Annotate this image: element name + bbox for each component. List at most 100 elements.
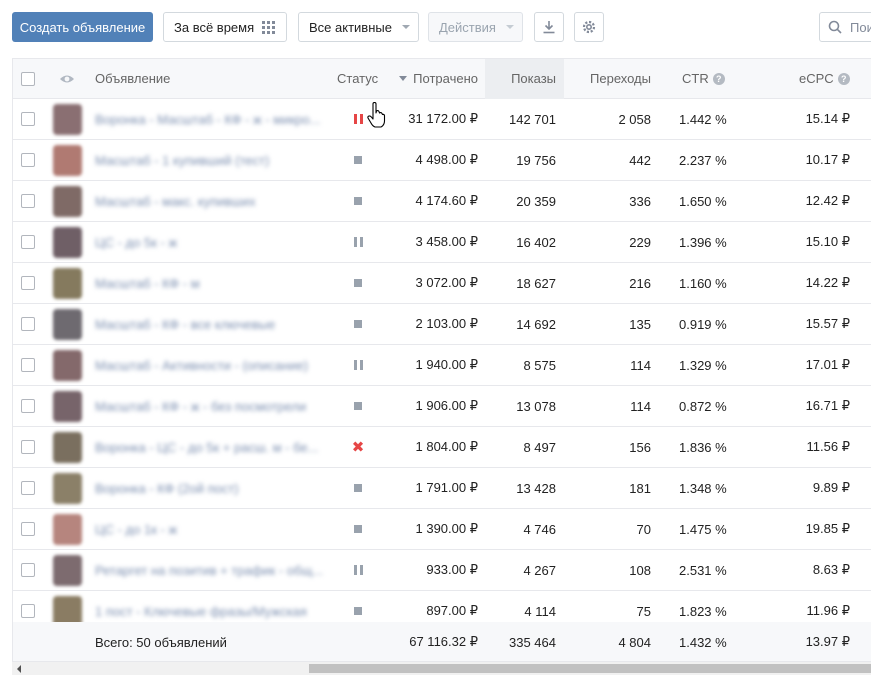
ad-name-link[interactable]: Масштаб - 1 купивший (тест) (95, 140, 325, 180)
table-row[interactable]: Масштаб - макс. купивших 4 174.60 ₽ 20 359… (13, 181, 871, 222)
column-header-clicks[interactable]: Переходы (573, 59, 651, 98)
table-row[interactable]: Масштаб - 1 купивший (тест) 4 498.00 ₽ 19 … (13, 140, 871, 181)
row-checkbox[interactable] (21, 99, 37, 139)
row-checkbox[interactable] (21, 222, 37, 262)
totals-shows: 335 464 (509, 634, 556, 650)
download-button[interactable] (534, 12, 564, 42)
column-header-shows[interactable]: Показы (485, 59, 556, 98)
chevron-down-icon (401, 25, 410, 29)
table-row[interactable]: Масштаб - КФ - все ключевые 2 103.00 ₽ 14 … (13, 304, 871, 345)
status-toggle[interactable] (343, 181, 373, 221)
status-toggle[interactable] (343, 140, 373, 180)
row-checkbox[interactable] (21, 181, 37, 221)
ad-thumbnail[interactable] (53, 350, 82, 381)
search-placeholder: Пои (850, 19, 871, 35)
period-filter-button[interactable]: За всё время (163, 12, 287, 42)
ad-name-link[interactable]: Воронка - КФ (2ой пост) (95, 468, 325, 508)
ad-thumbnail[interactable] (53, 514, 82, 545)
cell-shows: 13 078 (516, 398, 556, 414)
cell-shows: 8 497 (523, 439, 556, 455)
stopped-icon (354, 607, 362, 615)
ad-name-link[interactable]: Масштаб - КФ - м (95, 263, 325, 303)
scrollbar-thumb[interactable] (309, 664, 871, 673)
ad-name-link[interactable]: Масштаб - макс. купивших (95, 181, 325, 221)
row-checkbox[interactable] (21, 509, 37, 549)
totals-clicks: 4 804 (618, 634, 651, 650)
status-toggle[interactable] (343, 509, 373, 549)
table-row[interactable]: ЦС - до 1к - ж 1 390.00 ₽ 4 746 70 1.475 % 19… (13, 509, 871, 550)
create-ad-button[interactable]: Создать объявление (12, 12, 153, 42)
ad-thumbnail[interactable] (53, 186, 82, 217)
actions-dropdown[interactable]: Действия (428, 12, 523, 42)
status-toggle[interactable] (343, 222, 373, 262)
ad-thumbnail[interactable] (53, 391, 82, 422)
ad-thumbnail[interactable] (53, 227, 82, 258)
search-icon (828, 20, 842, 34)
row-checkbox[interactable] (21, 468, 37, 508)
help-icon[interactable]: ? (712, 72, 725, 85)
ad-name-link[interactable]: Воронка - Масштаб - КФ - ж - микро... (95, 99, 325, 139)
table-row[interactable]: Воронка - ЦС - до 5к + расш. м - бе... ✖ 1… (13, 427, 871, 468)
status-toggle[interactable] (343, 345, 373, 385)
stopped-icon (354, 320, 362, 328)
table-row[interactable]: Масштаб - КФ - ж - без посмотрели 1 906.0… (13, 386, 871, 427)
ad-thumbnail[interactable] (53, 432, 82, 463)
row-checkbox[interactable] (21, 140, 37, 180)
ad-thumbnail[interactable] (53, 555, 82, 586)
cell-shows: 16 402 (516, 234, 556, 250)
cell-shows: 14 692 (516, 316, 556, 332)
column-header-status[interactable]: Статус (337, 59, 378, 98)
status-toggle[interactable] (343, 468, 373, 508)
status-toggle[interactable] (343, 263, 373, 303)
cell-ctr: 0.919 % (679, 316, 727, 332)
ad-thumbnail[interactable] (53, 268, 82, 299)
column-header-ecpc[interactable]: eCPC ? (799, 59, 850, 98)
column-header-spent[interactable]: Потрачено (393, 59, 478, 98)
column-header-ad[interactable]: Объявление (95, 59, 170, 98)
table-row[interactable]: Ретаргет на позитив + трафик - общ... 933… (13, 550, 871, 591)
table-row[interactable]: Масштаб - Активности - (описание) 1 940.0… (13, 345, 871, 386)
status-toggle[interactable] (343, 550, 373, 590)
select-all-checkbox[interactable] (21, 59, 37, 98)
cell-ecpc: 15.57 ₽ (805, 316, 850, 331)
ad-name-link[interactable]: Воронка - ЦС - до 5к + расш. м - бе... (95, 427, 325, 467)
ad-name-link[interactable]: ЦС - до 5к - ж (95, 222, 325, 262)
settings-button[interactable] (574, 12, 604, 42)
ad-name-link[interactable]: Ретаргет на позитив + трафик - общ... (95, 550, 325, 590)
ad-thumbnail[interactable] (53, 104, 82, 135)
search-input[interactable]: Пои (819, 12, 871, 42)
ad-name-link[interactable]: Масштаб - КФ - все ключевые (95, 304, 325, 344)
status-toggle[interactable]: ✖ (343, 427, 373, 467)
ad-thumbnail[interactable] (53, 145, 82, 176)
table-row[interactable]: Воронка - КФ (2ой пост) 1 791.00 ₽ 13 428 1… (13, 468, 871, 509)
status-toggle[interactable] (343, 304, 373, 344)
column-header-ecpc-label: eCPC (799, 71, 834, 86)
status-filter-dropdown[interactable]: Все активные (298, 12, 419, 42)
ad-thumbnail[interactable] (53, 309, 82, 340)
column-header-ctr[interactable]: CTR ? (682, 59, 725, 98)
row-checkbox[interactable] (21, 304, 37, 344)
cell-shows: 142 701 (509, 111, 556, 127)
row-checkbox[interactable] (21, 386, 37, 426)
eye-icon[interactable] (59, 59, 75, 98)
row-checkbox[interactable] (21, 427, 37, 467)
ad-name-link[interactable]: Масштаб - КФ - ж - без посмотрели (95, 386, 325, 426)
row-checkbox[interactable] (21, 345, 37, 385)
ads-table: Объявление Статус Потрачено Показы Перех… (12, 58, 871, 662)
ad-name-link[interactable]: ЦС - до 1к - ж (95, 509, 325, 549)
totals-ecpc: 13.97 ₽ (805, 634, 850, 649)
horizontal-scrollbar[interactable] (12, 662, 871, 675)
table-row[interactable]: Воронка - Масштаб - КФ - ж - микро... 31 … (13, 99, 871, 140)
ad-name-link[interactable]: Масштаб - Активности - (описание) (95, 345, 325, 385)
row-checkbox[interactable] (21, 263, 37, 303)
row-checkbox[interactable] (21, 550, 37, 590)
table-row[interactable]: Масштаб - КФ - м 3 072.00 ₽ 18 627 216 1.160… (13, 263, 871, 304)
status-filter-label: Все активные (309, 19, 392, 35)
scroll-left-arrow-icon[interactable] (17, 665, 21, 673)
help-icon[interactable]: ? (837, 72, 850, 85)
ad-thumbnail[interactable] (53, 473, 82, 504)
rejected-icon: ✖ (351, 438, 365, 456)
status-toggle[interactable] (343, 386, 373, 426)
table-row[interactable]: ЦС - до 5к - ж 3 458.00 ₽ 16 402 229 1.396 %… (13, 222, 871, 263)
cell-ecpc: 10.17 ₽ (805, 152, 850, 167)
